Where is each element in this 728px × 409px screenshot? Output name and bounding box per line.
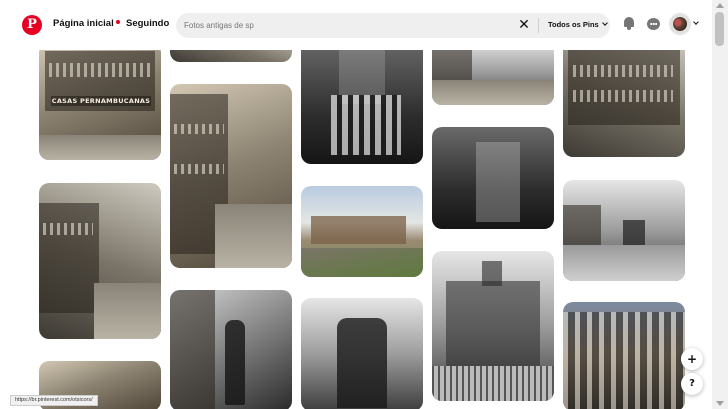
filter-dropdown[interactable]: Todos os Pins: [548, 20, 608, 29]
pin-aerial-city[interactable]: [563, 302, 685, 409]
status-url: https://br.pinterest.com/otsicors/: [10, 395, 98, 406]
scroll-up-icon[interactable]: [716, 3, 724, 8]
building-shape: [170, 290, 215, 409]
street-shape: [94, 283, 161, 339]
pin-victorian-mansion[interactable]: [432, 251, 554, 401]
avatar[interactable]: [669, 13, 691, 35]
notification-dot: [115, 20, 120, 25]
street-shape: [39, 135, 161, 160]
pin-train-station[interactable]: [301, 186, 423, 277]
create-button[interactable]: +: [681, 348, 703, 370]
pin-woman-street[interactable]: [170, 290, 292, 409]
street-shape: [563, 245, 685, 281]
nav-home[interactable]: Página inicial: [53, 18, 120, 29]
filter-label: Todos os Pins: [548, 20, 599, 29]
pin-sign-text: CASAS PERNAMBUCANAS: [51, 96, 151, 106]
building-shape: [476, 142, 520, 222]
pin-mansion-trees[interactable]: [432, 127, 554, 229]
chevron-down-icon: [693, 19, 699, 25]
nav-home-label: Página inicial: [53, 18, 114, 29]
locomotive-shape: [337, 318, 387, 408]
pin-women-doorway[interactable]: [301, 40, 423, 164]
person-shape: [225, 320, 245, 405]
avatar-image: [673, 17, 687, 31]
chevron-down-icon: [601, 20, 608, 26]
scroll-down-icon[interactable]: [716, 401, 724, 406]
chat-dots-shape: [650, 23, 657, 25]
pin-corner-building[interactable]: [563, 40, 685, 157]
windows-shape: [43, 223, 93, 235]
tram-shape: [623, 220, 645, 245]
building-shape: [568, 45, 680, 125]
pin-tram-street[interactable]: [563, 180, 685, 281]
building-shape: [311, 216, 406, 244]
search-divider: [538, 18, 539, 33]
windows-shape: [174, 164, 224, 174]
people-shape: [331, 95, 401, 155]
pin-grid: CASAS PERNAMBUCANAS: [0, 0, 712, 409]
bell-icon[interactable]: [622, 17, 636, 31]
clear-search-icon[interactable]: ✕: [516, 17, 532, 33]
search-input[interactable]: [184, 18, 504, 33]
search-bar: ✕ Todos os Pins: [176, 13, 610, 38]
help-button[interactable]: ?: [681, 373, 703, 395]
skyscrapers-shape: [563, 312, 685, 409]
street-shape: [432, 80, 554, 105]
building-shape: [39, 203, 99, 313]
pin-old-avenue[interactable]: [170, 84, 292, 268]
tower-shape: [482, 261, 502, 286]
top-bar: P Página inicial Seguindo ✕ Todos os Pin…: [0, 0, 712, 50]
scroll-thumb[interactable]: [715, 12, 724, 46]
building-shape: [563, 205, 601, 245]
bell-body-shape: [624, 17, 634, 27]
nav-following[interactable]: Seguindo: [126, 18, 169, 29]
pin-locomotive[interactable]: [301, 298, 423, 409]
pin-casas-pernambucanas[interactable]: CASAS PERNAMBUCANAS: [39, 43, 161, 160]
chat-icon[interactable]: [647, 17, 661, 31]
pin-old-street-1[interactable]: [39, 183, 161, 339]
windows-shape: [49, 63, 151, 77]
windows-shape: [174, 124, 224, 134]
rail-shape: [301, 248, 423, 277]
street-shape: [215, 204, 292, 268]
scrollbar[interactable]: [712, 0, 728, 409]
pinterest-logo-icon[interactable]: P: [22, 15, 42, 35]
building-shape: [446, 281, 540, 366]
fence-shape: [432, 366, 554, 401]
bell-clapper-shape: [627, 27, 631, 30]
windows-shape: [573, 65, 673, 77]
account-menu-button[interactable]: [693, 19, 701, 28]
windows-shape: [573, 90, 673, 102]
